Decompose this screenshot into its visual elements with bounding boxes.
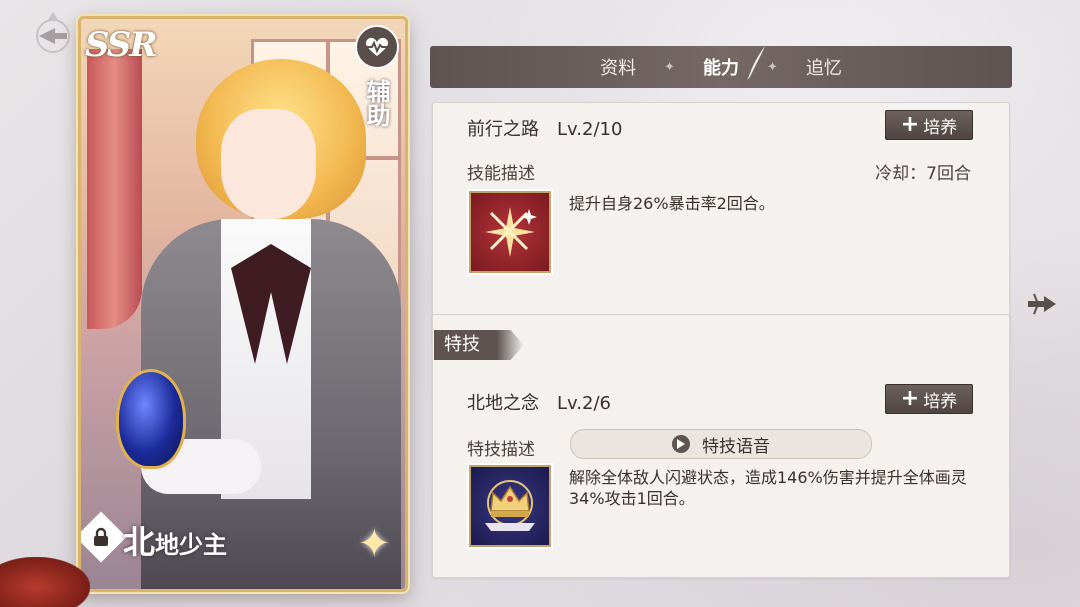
card-art-curtain: [87, 49, 142, 329]
crit-sparkle-icon[interactable]: [469, 191, 551, 273]
tab-bar: 资料 ✦ 能力 ✦ 追忆: [430, 46, 1012, 88]
lock-icon[interactable]: [81, 511, 127, 563]
skill-train-label: 培养: [923, 117, 958, 138]
back-button[interactable]: [22, 6, 84, 62]
plus-icon: +: [900, 386, 920, 411]
skill-name: 前行之路: [467, 119, 539, 140]
forward-arrow-icon: [1028, 293, 1056, 315]
sparkle-icon: ✦: [357, 521, 391, 567]
character-name-first: 北: [123, 523, 156, 561]
skill-train-button[interactable]: + 培养: [885, 110, 973, 140]
special-desc-label: 特技描述: [467, 440, 535, 460]
character-card[interactable]: SSR 辅助 北地少主 ✦: [78, 16, 408, 592]
tab-separator-icon: ✦: [664, 59, 675, 75]
tab-separator-icon: ✦: [767, 59, 778, 75]
card-art-face: [221, 109, 316, 219]
skill-cooldown: 冷却：7回合: [875, 164, 971, 184]
crown-icon[interactable]: [469, 465, 551, 547]
special-name: 北地之念: [467, 393, 539, 414]
special-description: 解除全体敌人闪避状态，造成146%伤害并提升全体画灵34%攻击1回合。: [569, 468, 967, 508]
special-train-button[interactable]: + 培养: [885, 384, 973, 414]
tab-ability-label: 能力: [703, 58, 739, 79]
skill-description: 提升自身26%暴击率2回合。: [569, 194, 775, 213]
rose-decoration: [0, 557, 90, 607]
ability-panel: 资料 ✦ 能力 ✦ 追忆 前行之路 Lv.2/10 + 培养 技能描述 冷却：7回合…: [430, 46, 1012, 580]
special-voice-button[interactable]: 特技语音: [570, 429, 872, 459]
skill-box: 前行之路 Lv.2/10 + 培养 技能描述 冷却：7回合 提升自身26%暴击率2回…: [432, 102, 1010, 344]
skill-level: Lv.2/10: [557, 119, 623, 140]
character-name-rest: 地少主: [155, 530, 228, 559]
plus-icon: +: [900, 112, 920, 137]
next-arrow-button[interactable]: [1024, 285, 1062, 323]
role-label: 辅助: [362, 79, 390, 127]
special-box: 北地之念 Lv.2/6 + 培养 特技描述 特技语音 解除全体敌人闪避状态，造成14…: [432, 314, 1010, 578]
special-level: Lv.2/6: [557, 393, 611, 414]
tab-memory[interactable]: 追忆: [778, 54, 870, 80]
quill-pen-icon: [747, 46, 765, 80]
play-icon: [672, 435, 690, 453]
skill-header: 前行之路 Lv.2/10: [467, 115, 622, 141]
tab-info[interactable]: 资料: [572, 54, 664, 80]
special-train-label: 培养: [923, 391, 958, 412]
back-arrow-icon: [36, 12, 70, 53]
tab-ability[interactable]: 能力: [675, 46, 767, 80]
special-section-tab: 特技: [434, 330, 524, 360]
heartbeat-icon: [355, 25, 399, 69]
rarity-badge: SSR: [85, 25, 158, 65]
special-header: 北地之念 Lv.2/6: [467, 389, 611, 415]
character-name: 北地少主: [123, 517, 227, 563]
card-art-egg: [116, 369, 186, 469]
skill-desc-label: 技能描述: [467, 164, 535, 184]
special-voice-label: 特技语音: [702, 436, 770, 457]
